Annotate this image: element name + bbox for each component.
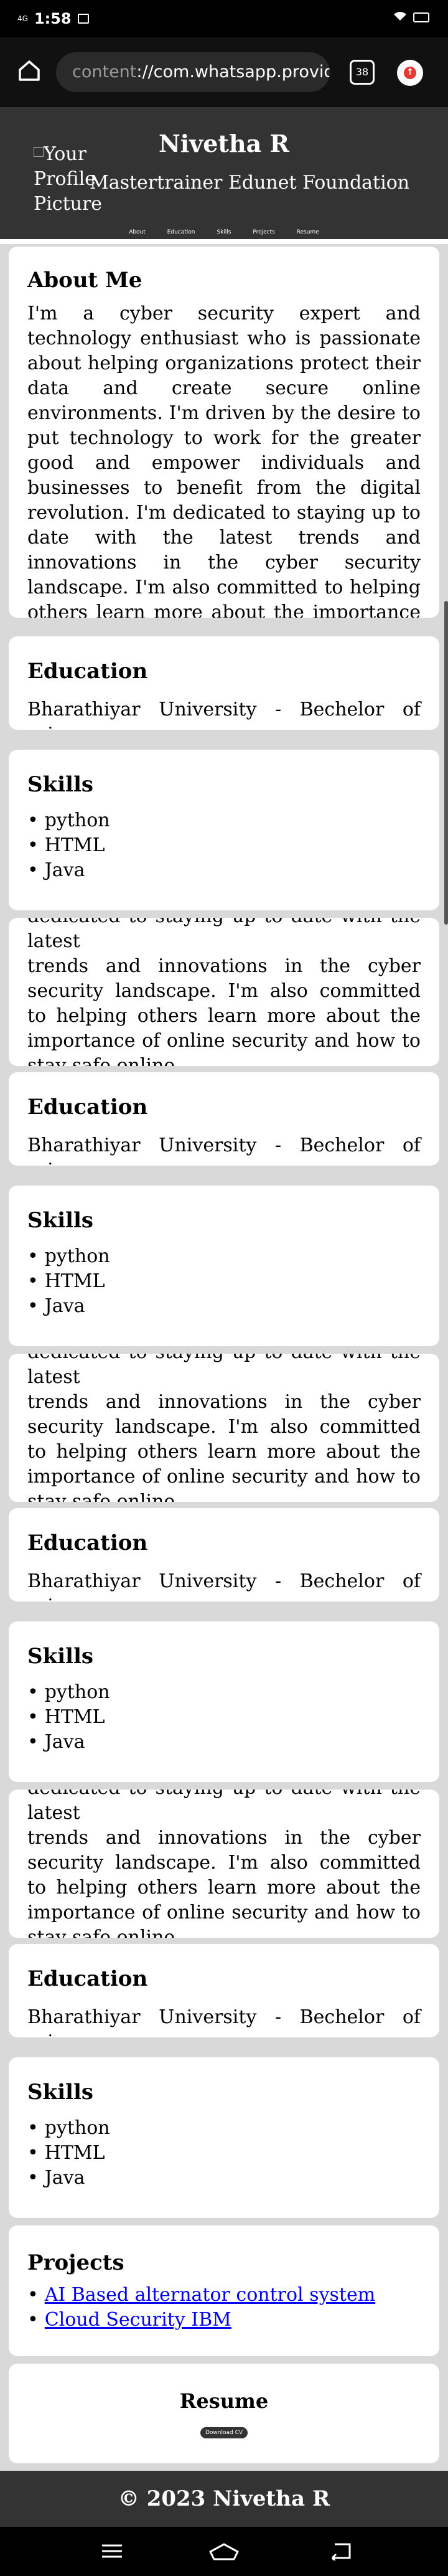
network-indicator: 4G	[17, 14, 28, 23]
about-text: trends and innovations in the cyber secu…	[27, 955, 421, 1066]
skill-item: HTML	[27, 2141, 421, 2166]
about-text: I'm a cyber security expert and technolo…	[27, 303, 421, 618]
about-hidden-line: dedicated to staying up to date with the…	[27, 918, 421, 952]
tab-switcher-button[interactable]: 38	[350, 60, 375, 85]
skills-section: Skills python HTML Java	[9, 1621, 439, 1782]
skill-item: Java	[27, 1730, 421, 1755]
skills-title: Skills	[27, 1644, 94, 1669]
clock: 1:58	[34, 10, 72, 27]
education-section: Education Bharathiyar University - Beche…	[9, 1944, 439, 2037]
skill-item: Java	[27, 858, 421, 883]
home-icon[interactable]	[16, 57, 42, 83]
recents-icon[interactable]	[101, 2543, 123, 2562]
about-section-cutoff: dedicated to staying up to date with the…	[9, 1790, 439, 1938]
skills-title: Skills	[27, 1208, 94, 1233]
skills-section: Skills python HTML Java	[9, 1186, 439, 1346]
scrollbar[interactable]	[444, 601, 448, 925]
skill-item: HTML	[27, 1705, 421, 1730]
site-role: Mastertrainer Edunet Foundation	[90, 172, 410, 194]
battery-icon	[413, 12, 429, 22]
skills-title: Skills	[27, 2080, 94, 2105]
nav-skills[interactable]: Skills	[217, 229, 231, 235]
education-section: Education Bharathiyar University - Beche…	[9, 1508, 439, 1602]
footer-text: © 2023 Nivetha R	[118, 2486, 330, 2511]
skills-list: python HTML Java	[27, 808, 421, 883]
education-section: Education Bharathiyar University - Beche…	[9, 636, 439, 730]
site-nav: About Education Skills Projects Resume	[0, 225, 448, 239]
home-nav-icon[interactable]	[209, 2543, 239, 2563]
url-bar[interactable]: content://com.whatsapp.provider	[56, 52, 330, 92]
gallery-icon	[77, 14, 89, 24]
skill-item: python	[27, 808, 421, 833]
projects-title: Projects	[27, 2250, 124, 2275]
nav-resume[interactable]: Resume	[297, 229, 319, 235]
education-title: Education	[27, 1966, 148, 1991]
skills-list: python HTML Java	[27, 1680, 421, 1755]
education-text: Bharathiyar University - Bechelor of sci…	[27, 699, 421, 730]
skills-section: Skills python HTML Java	[9, 750, 439, 910]
url-path: ://com.whatsapp.provider	[136, 62, 330, 82]
nav-divider	[0, 239, 448, 244]
about-section-cutoff: dedicated to staying up to date with the…	[9, 1354, 439, 1502]
projects-list: AI Based alternator control system Cloud…	[27, 2283, 421, 2333]
about-hidden-line: dedicated to staying up to date with the…	[27, 1790, 421, 1824]
project-item: AI Based alternator control system	[27, 2283, 421, 2308]
skill-item: HTML	[27, 1269, 421, 1294]
skills-list: python HTML Java	[27, 1244, 421, 1319]
system-nav-bar	[0, 2527, 448, 2576]
nav-about[interactable]: About	[129, 229, 146, 235]
education-title: Education	[27, 1531, 148, 1555]
wifi-icon	[393, 11, 407, 23]
site-header: Your Profile Picture Nivetha R Mastertra…	[0, 107, 448, 225]
skill-item: Java	[27, 2166, 421, 2191]
menu-button[interactable]: ↑	[397, 60, 423, 86]
skill-item: python	[27, 1244, 421, 1269]
resume-title: Resume	[179, 2389, 269, 2413]
projects-section: Projects AI Based alternator control sys…	[9, 2225, 439, 2356]
url-scheme: content	[72, 62, 137, 82]
nav-education[interactable]: Education	[167, 229, 195, 235]
education-text: Bharathiyar University - Bechelor of sci…	[27, 1135, 421, 1166]
project-item: Cloud Security IBM	[27, 2308, 421, 2333]
update-badge-icon: ↑	[404, 67, 416, 79]
nav-projects[interactable]: Projects	[253, 229, 274, 235]
browser-toolbar: content://com.whatsapp.provider 38 ↑	[0, 37, 448, 107]
skill-item: HTML	[27, 833, 421, 858]
resume-section: Resume Download CV	[9, 2364, 439, 2463]
project-link[interactable]: AI Based alternator control system	[45, 2284, 375, 2306]
status-bar: 4G 1:58	[0, 0, 448, 37]
back-icon[interactable]	[330, 2542, 352, 2563]
about-section: About Me I'm a cyber security expert and…	[9, 247, 439, 618]
project-link[interactable]: Cloud Security IBM	[45, 2309, 231, 2331]
education-title: Education	[27, 1095, 148, 1120]
about-title: About Me	[27, 268, 142, 293]
education-text: Bharathiyar University - Bechelor of sci…	[27, 1570, 421, 1602]
about-section-cutoff: dedicated to staying up to date with the…	[9, 918, 439, 1066]
about-text: trends and innovations in the cyber secu…	[27, 1391, 421, 1502]
skills-title: Skills	[27, 772, 94, 797]
site-name: Nivetha R	[158, 130, 290, 158]
download-cv-button[interactable]: Download CV	[200, 2427, 248, 2438]
site-footer: © 2023 Nivetha R	[0, 2471, 448, 2527]
about-hidden-line: dedicated to staying up to date with the…	[27, 1354, 421, 1388]
education-section: Education Bharathiyar University - Beche…	[9, 1072, 439, 1166]
education-text: Bharathiyar University - Bechelor of sci…	[27, 2006, 421, 2037]
skill-item: Java	[27, 1294, 421, 1319]
about-text: trends and innovations in the cyber secu…	[27, 1827, 421, 1938]
skill-item: python	[27, 1680, 421, 1705]
skills-list: python HTML Java	[27, 2116, 421, 2191]
education-title: Education	[27, 659, 148, 684]
skills-section: Skills python HTML Java	[9, 2057, 439, 2218]
skill-item: python	[27, 2116, 421, 2141]
